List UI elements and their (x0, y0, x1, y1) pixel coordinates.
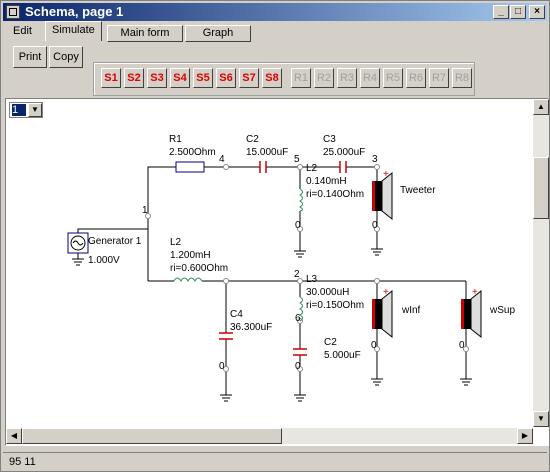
generator-name: Generator 1 (88, 236, 142, 247)
window: Schema, page 1 _ □ × Edit Simulate Main … (0, 0, 550, 472)
c4-value: 36.300uF (230, 322, 272, 333)
r8-button[interactable]: R8 (452, 68, 472, 88)
r4-button[interactable]: R4 (360, 68, 380, 88)
l2-bottom-value: 1.200mH (170, 250, 211, 261)
r7-button[interactable]: R7 (429, 68, 449, 88)
s7-button[interactable]: S7 (239, 68, 259, 88)
scroll-up-icon[interactable]: ▲ (533, 99, 549, 115)
print-button[interactable]: Print (13, 46, 47, 68)
l2-top-value: 0.140mH (306, 176, 347, 187)
c2-top-value: 15.000uF (246, 147, 288, 158)
node-1: 1 (142, 205, 148, 216)
scroll-left-icon[interactable]: ◀ (6, 428, 22, 444)
r2-button[interactable]: R2 (314, 68, 334, 88)
r5-button[interactable]: R5 (383, 68, 403, 88)
speaker-winf[interactable]: + (372, 287, 393, 339)
l2-top-ri: ri=0.140Ohm (306, 189, 364, 200)
l3-name: L3 (306, 274, 318, 285)
l3-value: 30.000uH (306, 287, 349, 298)
horizontal-scroll-thumb[interactable] (22, 428, 282, 444)
node-5: 5 (294, 154, 300, 165)
copy-button[interactable]: Copy (49, 46, 83, 68)
node-0-c2: 0 (295, 361, 301, 372)
horizontal-scrollbar[interactable]: ◀ ▶ (6, 428, 533, 444)
r1-value: 2.500Ohm (169, 147, 216, 158)
node-2: 2 (294, 269, 300, 280)
app-icon (6, 5, 20, 19)
s2-button[interactable]: S2 (124, 68, 144, 88)
speaker-tweeter[interactable]: + (372, 169, 393, 221)
s6-button[interactable]: S6 (216, 68, 236, 88)
tab-simulate[interactable]: Simulate (45, 21, 102, 41)
wsup-label: wSup (489, 305, 515, 316)
schematic-canvas[interactable]: + + + R1 2.500Ohm C2 15.000uF C3 25.000u… (5, 98, 549, 446)
capacitor-c2-top[interactable] (259, 161, 267, 173)
s4-button[interactable]: S4 (170, 68, 190, 88)
graph-button[interactable]: Graph (185, 25, 251, 42)
window-title: Schema, page 1 (25, 4, 124, 19)
node-0-wsup: 0 (459, 340, 465, 351)
node-0-l2: 0 (295, 220, 301, 231)
r6-button[interactable]: R6 (406, 68, 426, 88)
generator-value: 1.000V (88, 255, 120, 266)
r1-button[interactable]: R1 (291, 68, 311, 88)
inductor-l2-bottom[interactable] (173, 277, 203, 282)
scroll-down-icon[interactable]: ▼ (533, 411, 549, 427)
c4-name: C4 (230, 309, 243, 320)
l3-ri: ri=0.150Ohm (306, 300, 364, 311)
vertical-scroll-thumb[interactable] (533, 157, 549, 219)
schematic-diagram: + + + R1 2.500Ohm C2 15.000uF C3 25.000u… (67, 134, 515, 402)
scroll-right-icon[interactable]: ▶ (517, 428, 533, 444)
wires (77, 166, 467, 395)
node-6: 6 (295, 313, 301, 324)
r3-button[interactable]: R3 (337, 68, 357, 88)
tweeter-polarity: + (383, 169, 389, 180)
minimize-button[interactable]: _ (493, 5, 509, 19)
capacitor-c3[interactable] (339, 161, 347, 173)
winf-label: wInf (401, 305, 421, 316)
s3-button[interactable]: S3 (147, 68, 167, 88)
node-3: 3 (372, 154, 378, 165)
l2-bottom-ri: ri=0.600Ohm (170, 263, 228, 274)
page-selector[interactable]: 1 ▼ (9, 102, 43, 118)
c2-top-name: C2 (246, 134, 259, 145)
vertical-scrollbar[interactable]: ▲ ▼ (533, 99, 549, 427)
close-button[interactable]: × (529, 5, 545, 19)
main-form-button[interactable]: Main form (107, 25, 183, 42)
tweeter-label: Tweeter (400, 185, 436, 196)
status-coords: 95 11 (9, 456, 36, 468)
c3-name: C3 (323, 134, 336, 145)
speaker-wsup[interactable]: + (461, 287, 482, 339)
tab-edit[interactable]: Edit (7, 23, 38, 40)
l2-bottom-name: L2 (170, 237, 182, 248)
node-0-c4: 0 (219, 361, 225, 372)
capacitor-c4[interactable] (219, 332, 233, 340)
winf-polarity: + (383, 287, 389, 298)
c3-value: 25.000uF (323, 147, 365, 158)
inductor-l2-top[interactable] (299, 188, 303, 212)
r1-name: R1 (169, 134, 182, 145)
wsup-polarity: + (472, 287, 478, 298)
generator-1[interactable] (67, 232, 89, 254)
s8-button[interactable]: S8 (262, 68, 282, 88)
page-selector-value: 1 (12, 104, 26, 116)
c2-bottom-name: C2 (324, 337, 337, 348)
status-bar: 95 11 (3, 452, 547, 471)
node-0-tweeter: 0 (372, 220, 378, 231)
resistor-r1[interactable] (175, 161, 205, 173)
capacitor-c2-bottom[interactable] (293, 348, 307, 356)
s5-button[interactable]: S5 (193, 68, 213, 88)
node-4: 4 (219, 154, 225, 165)
node-0-winf: 0 (371, 340, 377, 351)
titlebar[interactable]: Schema, page 1 _ □ × (3, 3, 547, 21)
s1-button[interactable]: S1 (101, 68, 121, 88)
chevron-down-icon[interactable]: ▼ (28, 103, 42, 117)
l2-top-name: L2 (306, 163, 318, 174)
maximize-button[interactable]: □ (510, 5, 526, 19)
c2-bottom-value: 5.000uF (324, 350, 361, 361)
